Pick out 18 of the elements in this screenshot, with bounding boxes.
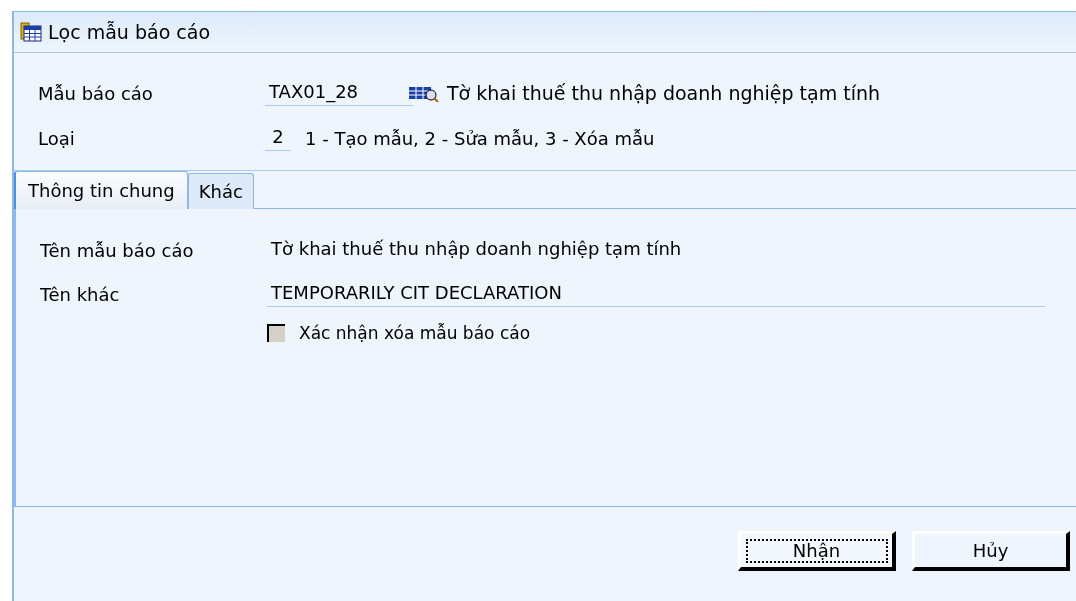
text-field[interactable]: TEMPORARILY CIT DECLARATION (267, 281, 1045, 307)
checkbox-label: Xác nhận xóa mẫu báo cáo (299, 323, 531, 343)
dialog-button[interactable]: Hủy (912, 531, 1070, 571)
field-description: Tờ khai thuế thu nhập doanh nghiệp tạm tính (447, 82, 881, 104)
tab[interactable]: Khác (187, 173, 254, 209)
checkbox[interactable] (267, 324, 285, 342)
tab[interactable]: Thông tin chung (14, 171, 188, 209)
text-field[interactable]: Tờ khai thuế thu nhập doanh nghiệp tạm tính (267, 238, 1045, 262)
type-code-field[interactable]: 2 (265, 125, 291, 151)
window-title: Lọc mẫu báo cáo (48, 21, 210, 43)
field-label: Tên khác (40, 283, 121, 305)
field-description: 1 - Tạo mẫu, 2 - Sửa mẫu, 3 - Xóa mẫu (305, 127, 655, 149)
field-label: Loại (38, 127, 76, 149)
lookup-icon[interactable] (409, 86, 439, 102)
field-label: Tên mẫu báo cáo (40, 239, 195, 261)
grid-icon (20, 22, 42, 42)
dialog-button[interactable]: Nhận (738, 531, 896, 571)
field-label: Mẫu báo cáo (38, 82, 154, 104)
